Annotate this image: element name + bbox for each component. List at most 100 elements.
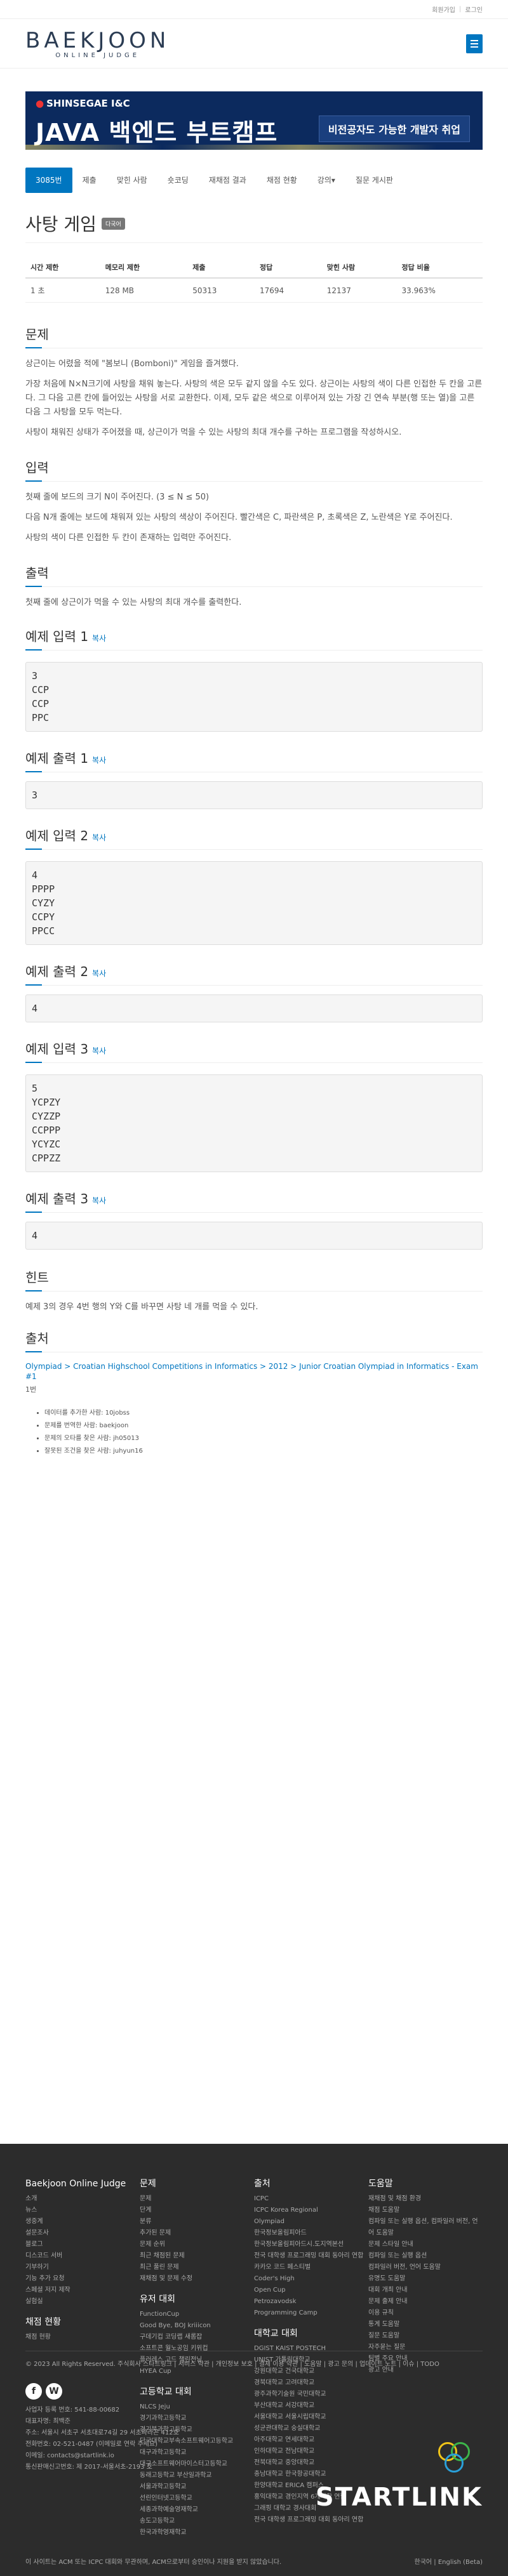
problem-title: 사탕 게임 (25, 214, 97, 235)
login-link[interactable]: 로그인 (465, 4, 483, 14)
footer-link[interactable]: 송도고등학교 (140, 2516, 254, 2527)
sample-input-3-section: 예제 입력 3 복사 5 YCPZY CYZZP CCPPP YCYZC CPPZ… (25, 1039, 483, 1172)
language-switcher[interactable]: 한국어 | English (Beta) (415, 2556, 483, 2566)
footer-link[interactable]: 선린인터넷고등학교 (140, 2493, 254, 2504)
footer-link[interactable]: Coder's High (254, 2273, 368, 2285)
footer-link[interactable]: 채점 도움말 (368, 2205, 483, 2216)
footer-link[interactable]: 전국 대학생 프로그래밍 대회 동아리 연합 (254, 2250, 368, 2262)
footer-heading: 대학교 대회 (254, 2328, 298, 2339)
footer-link[interactable]: 채점 현황 (25, 2332, 140, 2343)
footer-link[interactable]: 통계 도움말 (368, 2319, 483, 2330)
footer-link[interactable]: FunctionCup (140, 2309, 254, 2320)
footer-link[interactable]: Petrozavodsk (254, 2296, 368, 2308)
footer-link[interactable]: 단계 (140, 2205, 254, 2216)
tab-solvers[interactable]: 맞힌 사람 (107, 168, 157, 193)
footer-link[interactable]: 컴파일 또는 실행 옵션, 컴파일러 버전, 언어 도움말 (368, 2216, 483, 2239)
hamburger-menu-icon[interactable] (466, 34, 483, 53)
footer-heading: 문제 (140, 2179, 156, 2189)
footer-link[interactable]: 카카오 코드 페스티벌 (254, 2262, 368, 2273)
tab-lecture[interactable]: 강의▾ (307, 168, 345, 193)
social-links: f W (25, 2383, 483, 2400)
footer-link[interactable]: 서울과학고등학교 (140, 2481, 254, 2493)
footer-link[interactable]: 설문조사 (25, 2228, 140, 2239)
copyright-bar: 이 사이트는 ACM 또는 ICPC 대회와 무관하며, ACM으로부터 승인이… (25, 2556, 483, 2566)
footer-link[interactable]: 블로그 (25, 2239, 140, 2250)
footer-link[interactable]: 문제 (140, 2193, 254, 2205)
copy-button[interactable]: 복사 (92, 634, 106, 643)
footer-link[interactable]: 한국정보올림피아드 (254, 2228, 368, 2239)
footer-link[interactable]: ICPC Korea Regional (254, 2205, 368, 2216)
footer-link[interactable]: 기능 추가 요청 (25, 2273, 140, 2285)
copy-button[interactable]: 복사 (92, 756, 106, 765)
wordpress-icon[interactable]: W (46, 2383, 62, 2400)
footer-link[interactable]: 실험실 (25, 2296, 140, 2308)
signup-link[interactable]: 회원가입 (432, 4, 455, 14)
source-link[interactable]: Olympiad > Croatian Highschool Competiti… (25, 1362, 478, 1381)
copy-button[interactable]: 복사 (92, 969, 106, 978)
ad-decoration (25, 145, 483, 150)
footer-link[interactable]: 컴파일 또는 실행 옵션 (368, 2250, 483, 2262)
footer-link[interactable]: 최근 풀린 문제 (140, 2262, 254, 2273)
footer-heading: 채점 현황 (25, 2317, 61, 2327)
footer-link[interactable]: 재채점 및 채점 환경 (368, 2193, 483, 2205)
footer-link[interactable]: 스페셜 저지 제작 (25, 2285, 140, 2296)
footer-heading: 출처 (254, 2179, 271, 2189)
footer-link[interactable]: 생중계 (25, 2216, 140, 2228)
footer-link[interactable]: 기부하기 (25, 2262, 140, 2273)
footer-heading: 유저 대회 (140, 2294, 175, 2304)
tab-shortcoding[interactable]: 숏코딩 (157, 168, 199, 193)
copy-button[interactable]: 복사 (92, 833, 106, 842)
footer-link[interactable]: 질문 도움말 (368, 2330, 483, 2342)
footer-link[interactable]: Open Cup (254, 2285, 368, 2296)
problem-content: 사탕 게임 다국어 시간 제한 메모리 제한 제출 정답 맞힌 사람 정답 비율… (0, 211, 508, 1458)
sample-input-3-title: 예제 입력 3 복사 (25, 1039, 483, 1063)
problem-info-table: 시간 제한 메모리 제한 제출 정답 맞힌 사람 정답 비율 1 초 128 M… (25, 257, 483, 303)
copy-button[interactable]: 복사 (92, 1196, 106, 1205)
sample-output-2-section: 예제 출력 2 복사 4 (25, 961, 483, 1022)
facebook-icon[interactable]: f (25, 2383, 42, 2400)
footer-link[interactable]: 한국과학영재학교 (140, 2527, 254, 2539)
footer-link[interactable]: 최근 채점된 문제 (140, 2250, 254, 2262)
ad-banner[interactable]: ● SHINSEGAE I&C JAVA 백엔드 부트캠프 비전공자도 가능한 개… (25, 91, 483, 150)
footer-link[interactable]: ICPC (254, 2193, 368, 2205)
footer-link[interactable]: Olympiad (254, 2216, 368, 2228)
problem-tabs: 3085번 제출 맞힌 사람 숏코딩 재채점 결과 채점 현황 강의▾ 질문 게… (25, 168, 483, 193)
th-solvers: 맞힌 사람 (321, 257, 397, 279)
footer-link[interactable]: 소개 (25, 2193, 140, 2205)
footer-link[interactable]: 재채점 및 문제 수정 (140, 2273, 254, 2285)
footer-link[interactable]: 문제 스타일 안내 (368, 2239, 483, 2250)
tab-board[interactable]: 질문 게시판 (345, 168, 403, 193)
tab-submit[interactable]: 제출 (72, 168, 107, 193)
tab-problem[interactable]: 3085번 (25, 168, 72, 193)
output-title: 출력 (25, 563, 483, 587)
footer-link[interactable]: 구데기컵 코딩랩 새롭잡 (140, 2332, 254, 2343)
footer-link[interactable]: 세종과학예술영재학교 (140, 2504, 254, 2516)
time-limit: 1 초 (25, 278, 100, 303)
footer-link[interactable]: 이용 규칙 (368, 2308, 483, 2319)
sample-input-2: 4 PPPP CYZY CCPY PPCC (25, 861, 483, 945)
th-ratio: 정답 비율 (396, 257, 483, 279)
footer-link[interactable]: 디스코드 서버 (25, 2250, 140, 2262)
footer-link[interactable]: 추가된 문제 (140, 2228, 254, 2239)
ad-banner-wrapper: ● SHINSEGAE I&C JAVA 백엔드 부트캠프 비전공자도 가능한 개… (0, 69, 508, 150)
footer-legal-links[interactable]: © 2023 All Rights Reserved. 주식회사 스타트링크 |… (25, 2359, 483, 2370)
footer-link[interactable]: 전국 대학생 프로그래밍 대회 동아리 연합 (254, 2514, 368, 2526)
site-logo[interactable]: BAEKJOON ONLINE JUDGE (25, 28, 170, 59)
footer-link[interactable]: 문제 출제 안내 (368, 2296, 483, 2308)
footer-link[interactable]: Good Bye, BOJ kriiicon (140, 2320, 254, 2332)
footer-link[interactable]: 문제 순위 (140, 2239, 254, 2250)
footer-link[interactable]: 한국정보올림피아드시.도지역본선 (254, 2239, 368, 2250)
footer-link[interactable]: 뉴스 (25, 2205, 140, 2216)
logo-sub-text: ONLINE JUDGE (55, 52, 140, 59)
ad-brand: ● SHINSEGAE I&C (36, 98, 130, 109)
hint-paragraph: 예제 3의 경우 4번 행의 Y와 C를 바꾸면 사탕 네 개를 먹을 수 있다… (25, 1302, 258, 1312)
footer-link[interactable]: 대회 개최 안내 (368, 2285, 483, 2296)
footer-link[interactable]: 컴파일러 버전, 언어 도움말 (368, 2262, 483, 2273)
copy-button[interactable]: 복사 (92, 1047, 106, 1055)
footer-link[interactable]: 분류 (140, 2216, 254, 2228)
tab-rejudge[interactable]: 재채점 결과 (199, 168, 257, 193)
source-title: 출처 (25, 1328, 483, 1352)
footer-link[interactable]: Programming Camp (254, 2308, 368, 2319)
tab-status[interactable]: 채점 현황 (257, 168, 307, 193)
footer-link[interactable]: 유명도 도움말 (368, 2273, 483, 2285)
